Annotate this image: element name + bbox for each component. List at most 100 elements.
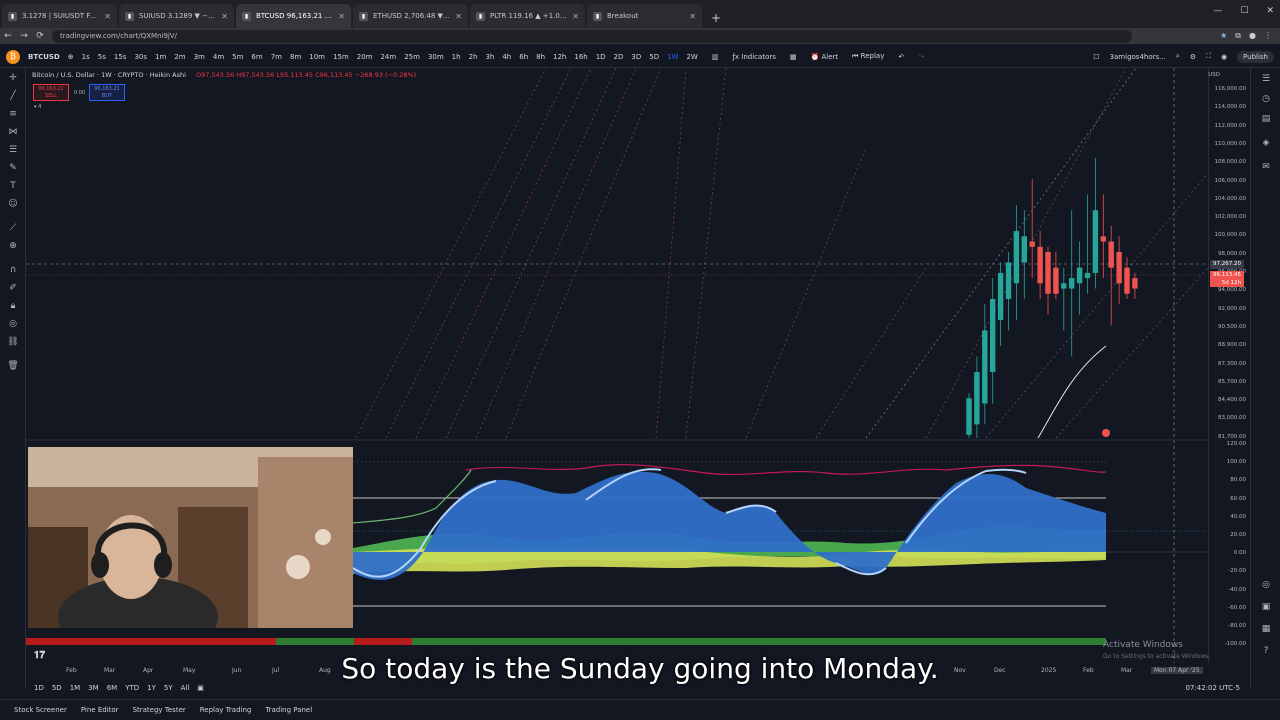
magnet-icon[interactable]: ∩	[6, 264, 20, 276]
browser-tab[interactable]: ▮ BTCUSD 96,163.21 ▲ +0.4% Su ✕	[236, 4, 351, 28]
timeframe-1W[interactable]: 1W	[667, 53, 678, 61]
timeframe-15s[interactable]: 15s	[114, 53, 127, 61]
replay-button[interactable]: ⏮ Replay	[852, 52, 884, 61]
bottom-tab[interactable]: Strategy Tester	[133, 706, 186, 714]
timeframe-4m[interactable]: 4m	[213, 53, 224, 61]
chat-icon[interactable]: ✉	[1259, 162, 1273, 174]
data-window-icon[interactable]: ▤	[1259, 114, 1273, 126]
tab-close-icon[interactable]: ✕	[338, 12, 345, 21]
search-icon[interactable]: ⌕	[1176, 52, 1180, 61]
timeframe-7m[interactable]: 7m	[271, 53, 282, 61]
timeframe-5s[interactable]: 5s	[98, 53, 106, 61]
timeframe-1D[interactable]: 1D	[596, 53, 606, 61]
timeframe-8h[interactable]: 8h	[536, 53, 545, 61]
timeframe-8m[interactable]: 8m	[290, 53, 301, 61]
link-icon[interactable]: ⛓	[6, 336, 20, 348]
price-axis[interactable]: USD 116,000.00 114,000.00 112,000.00 110,00…	[1208, 68, 1250, 663]
menu-icon[interactable]: ⋮	[1264, 31, 1272, 41]
bottom-tab[interactable]: Pine Editor	[81, 706, 119, 714]
browser-tab[interactable]: ▮ 3.1278 | SUIUSDT Futures Exch ✕	[2, 4, 117, 28]
bottom-tab[interactable]: Stock Screener	[14, 706, 67, 714]
timeframe-12h[interactable]: 12h	[553, 53, 566, 61]
fullscreen-icon[interactable]: ⛶	[1206, 52, 1211, 61]
minimize-icon[interactable]: —	[1213, 6, 1222, 16]
sell-button[interactable]: 96,163.21 SELL	[33, 84, 69, 101]
grid-icon[interactable]: ▦	[1259, 624, 1273, 636]
tab-close-icon[interactable]: ✕	[221, 12, 228, 21]
ruler-icon[interactable]: ⟋	[6, 222, 20, 234]
settings-icon[interactable]: ⚙	[1190, 53, 1196, 61]
maximize-icon[interactable]: ☐	[1240, 6, 1248, 16]
lock-icon[interactable]: 🔒︎	[6, 300, 20, 312]
bookmark-star-icon[interactable]: ★	[1220, 31, 1227, 41]
forward-icon[interactable]: →	[16, 31, 32, 41]
tab-close-icon[interactable]: ✕	[455, 12, 462, 21]
indicators-button[interactable]: ƒx Indicators	[732, 53, 775, 61]
timeframe-1m[interactable]: 1m	[155, 53, 166, 61]
undo-icon[interactable]: ↶	[898, 53, 904, 61]
timeframe-2D[interactable]: 2D	[614, 53, 624, 61]
timeframe-25m[interactable]: 25m	[404, 53, 420, 61]
timeframe-10m[interactable]: 10m	[309, 53, 325, 61]
timeframe-6m[interactable]: 6m	[251, 53, 262, 61]
eye-icon[interactable]: ◎	[6, 318, 20, 330]
timeframe-15m[interactable]: 15m	[333, 53, 349, 61]
timeframe-5m[interactable]: 5m	[232, 53, 243, 61]
alerts-clock-icon[interactable]: ◷	[1259, 94, 1273, 106]
brush-icon[interactable]: ✎	[6, 162, 20, 174]
bottom-tab[interactable]: Replay Trading	[200, 706, 252, 714]
timeframe-5D[interactable]: 5D	[649, 53, 659, 61]
target-icon[interactable]: ◎	[1259, 580, 1273, 592]
symbol-search-button[interactable]: BTCUSD	[28, 53, 60, 61]
timeframe-2h[interactable]: 2h	[469, 53, 478, 61]
zoom-icon[interactable]: ⊕	[6, 240, 20, 252]
timeframe-3D[interactable]: 3D	[631, 53, 641, 61]
back-icon[interactable]: ←	[0, 31, 16, 41]
browser-tab[interactable]: ▮ SUIUSD 3.1289 ▼ −2.77% 3am ✕	[119, 4, 234, 28]
reload-icon[interactable]: ⟳	[32, 31, 48, 41]
layouts-icon[interactable]: ▦	[790, 53, 797, 61]
event-marker-icon[interactable]	[1102, 429, 1110, 437]
browser-tab[interactable]: ▮ ETHUSD 2,706.48 ▼ −1.37% 3a✕	[353, 4, 468, 28]
account-name[interactable]: 3amigos4hors...	[1110, 53, 1166, 61]
timeframe-3h[interactable]: 3h	[485, 53, 494, 61]
text-icon[interactable]: T	[6, 180, 20, 192]
snapshot-icon[interactable]: ◉	[1221, 53, 1227, 61]
trash-icon[interactable]: 🗑︎	[6, 360, 20, 372]
browser-tab[interactable]: ▮ PLTR 119.16 ▲ +1.06% 3amig✕	[470, 4, 585, 28]
emoji-icon[interactable]: ☺	[6, 198, 20, 210]
timeframe-6h[interactable]: 6h	[519, 53, 528, 61]
timeframe-30s[interactable]: 30s	[134, 53, 147, 61]
projection-icon[interactable]: ☰	[6, 144, 20, 156]
watchlist-icon[interactable]: ☰	[1259, 74, 1273, 86]
profile-icon[interactable]: ●	[1249, 31, 1256, 41]
publish-button[interactable]: Publish	[1237, 50, 1274, 63]
bottom-tab[interactable]: Trading Panel	[265, 706, 312, 714]
fib-icon[interactable]: ≡	[6, 108, 20, 120]
timeframe-1h[interactable]: 1h	[452, 53, 461, 61]
legend-collapse-toggle[interactable]: ▾ 4	[34, 104, 41, 110]
timeframe-24m[interactable]: 24m	[380, 53, 396, 61]
layers-icon[interactable]: ◈	[1259, 138, 1273, 150]
extension-icon[interactable]: ⧉	[1235, 31, 1241, 41]
timeframe-1s[interactable]: 1s	[82, 53, 90, 61]
chart-type-icon[interactable]: ▥	[712, 53, 719, 61]
timeframe-16h[interactable]: 16h	[574, 53, 587, 61]
tab-close-icon[interactable]: ✕	[689, 12, 696, 21]
timeframe-2m[interactable]: 2m	[174, 53, 185, 61]
buy-button[interactable]: 96,163.21 BUY	[89, 84, 125, 101]
alert-button[interactable]: ⏰ Alert	[811, 53, 839, 61]
trendline-icon[interactable]: ╱	[6, 90, 20, 102]
redo-icon[interactable]: ↷	[918, 53, 924, 61]
new-tab-icon[interactable]: +	[706, 8, 726, 28]
timeframe-30m[interactable]: 30m	[428, 53, 444, 61]
stay-drawing-icon[interactable]: ✐	[6, 282, 20, 294]
browser-tab[interactable]: ▮ Breakout ✕	[587, 4, 702, 28]
pattern-icon[interactable]: ⋈	[6, 126, 20, 138]
layout-checkbox-icon[interactable]: ☐	[1093, 53, 1099, 61]
timeframe-3m[interactable]: 3m	[194, 53, 205, 61]
url-field[interactable]: tradingview.com/chart/QXMni9jV/	[52, 29, 1132, 43]
crosshair-icon[interactable]: ✛	[6, 72, 20, 84]
tab-close-icon[interactable]: ✕	[104, 12, 111, 21]
calendar-icon[interactable]: ▣	[1259, 602, 1273, 614]
